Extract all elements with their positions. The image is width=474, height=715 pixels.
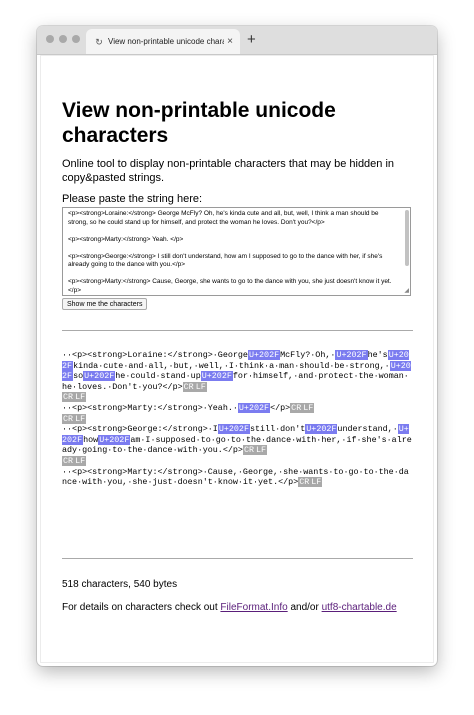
- output-text: understand,·: [337, 424, 398, 435]
- window-controls: [46, 35, 80, 43]
- output-text: he's: [367, 350, 388, 360]
- output-line: ··<p><strong>Marty:</strong>·Cause,·Geor…: [62, 467, 413, 488]
- details-text: For details on characters check out File…: [62, 602, 397, 613]
- details-prefix: For details on characters check out: [62, 602, 221, 613]
- output-line: CR LF: [62, 392, 413, 403]
- unicode-marker: U+202F: [98, 434, 131, 445]
- resize-handle-icon[interactable]: ◢: [404, 287, 409, 294]
- output-text: ··<p><strong>George:</strong>·I: [62, 424, 218, 435]
- output-text: McFly?·Oh,·: [280, 350, 336, 360]
- minimize-window-button[interactable]: [59, 35, 67, 43]
- output-line: CR LF: [62, 455, 413, 467]
- output-text: so: [73, 371, 84, 382]
- string-input[interactable]: <p><strong>Loraine:</strong> George McFl…: [62, 207, 411, 296]
- chartable-link[interactable]: utf8-chartable.de: [322, 602, 397, 613]
- textarea-scrollbar[interactable]: [405, 210, 409, 266]
- page-title: View non-printable unicode characters: [62, 99, 336, 147]
- unicode-marker: U+202F: [217, 424, 250, 435]
- maximize-window-button[interactable]: [72, 35, 80, 43]
- output-text: he·could·stand·up: [115, 371, 201, 382]
- close-tab-icon[interactable]: ×: [224, 36, 236, 47]
- string-input-value: <p><strong>Loraine:</strong> George McFl…: [68, 210, 392, 294]
- control-char-marker: LF: [302, 402, 315, 413]
- output-line: ··<p><strong>Loraine:</strong>·GeorgeU+2…: [62, 350, 413, 392]
- output-text: how: [83, 434, 99, 445]
- output-line: CR LF: [62, 413, 413, 425]
- output-text: </p>: [270, 402, 291, 413]
- divider: [62, 558, 413, 559]
- unicode-marker: U+202F: [237, 402, 271, 413]
- fileformat-link[interactable]: FileFormat.Info: [220, 602, 287, 613]
- output-text: ··<p><strong>Marty:</strong>·Yeah.·: [62, 402, 238, 413]
- control-char-marker: LF: [74, 413, 87, 424]
- output-text: still·don't: [249, 424, 306, 435]
- control-char-marker: LF: [255, 445, 268, 456]
- control-char-marker: LF: [310, 477, 323, 488]
- unicode-marker: U+202F: [83, 371, 116, 382]
- control-char-marker: CR: [62, 413, 75, 424]
- paste-label: Please paste the string here:: [62, 193, 203, 205]
- output-line: ··<p><strong>Marty:</strong>·Yeah.·U+202…: [62, 402, 413, 414]
- control-char-marker: CR: [62, 392, 75, 403]
- details-mid: and/or: [287, 602, 322, 613]
- unicode-marker: U+202F: [305, 424, 338, 435]
- output-line: ··<p><strong>George:</strong>·IU+202Fsti…: [62, 424, 413, 456]
- title-bar: ↻ View non-printable unicode chara × +: [37, 26, 437, 55]
- character-output: ··<p><strong>Loraine:</strong>·GeorgeU+2…: [62, 350, 413, 488]
- control-char-marker: CR: [298, 477, 311, 488]
- unicode-marker: U+202F: [335, 350, 368, 360]
- browser-tab[interactable]: ↻ View non-printable unicode chara ×: [86, 29, 240, 54]
- output-text: ··<p><strong>Marty:</strong>·Cause,·Geor…: [62, 466, 409, 488]
- output-text: ··<p><strong>Loraine:</strong>·George: [62, 350, 248, 360]
- control-char-marker: CR: [62, 455, 75, 466]
- unicode-marker: U+202F: [247, 350, 281, 360]
- character-count: 518 characters, 540 bytes: [62, 579, 178, 590]
- browser-window: ↻ View non-printable unicode chara × + V…: [37, 26, 437, 666]
- unicode-marker: U+202F: [200, 371, 233, 382]
- new-tab-icon[interactable]: +: [247, 31, 256, 49]
- show-characters-button[interactable]: Show me the characters: [62, 298, 148, 310]
- close-window-button[interactable]: [46, 35, 54, 43]
- control-char-marker: CR: [242, 445, 255, 456]
- control-char-marker: CR: [182, 381, 195, 392]
- control-char-marker: LF: [74, 455, 87, 466]
- control-char-marker: LF: [74, 392, 87, 403]
- tab-title: View non-printable unicode chara: [108, 37, 224, 46]
- control-char-marker: LF: [194, 381, 207, 392]
- intro-text: Online tool to display non-printable cha…: [62, 158, 395, 184]
- loading-icon: ↻: [95, 36, 103, 47]
- control-char-marker: CR: [290, 402, 303, 413]
- page-viewport: View non-printable unicode characters On…: [40, 55, 434, 663]
- output-text: kinda·cute·and·all,·but,·well,·I·think·a…: [73, 360, 390, 371]
- divider: [62, 330, 413, 331]
